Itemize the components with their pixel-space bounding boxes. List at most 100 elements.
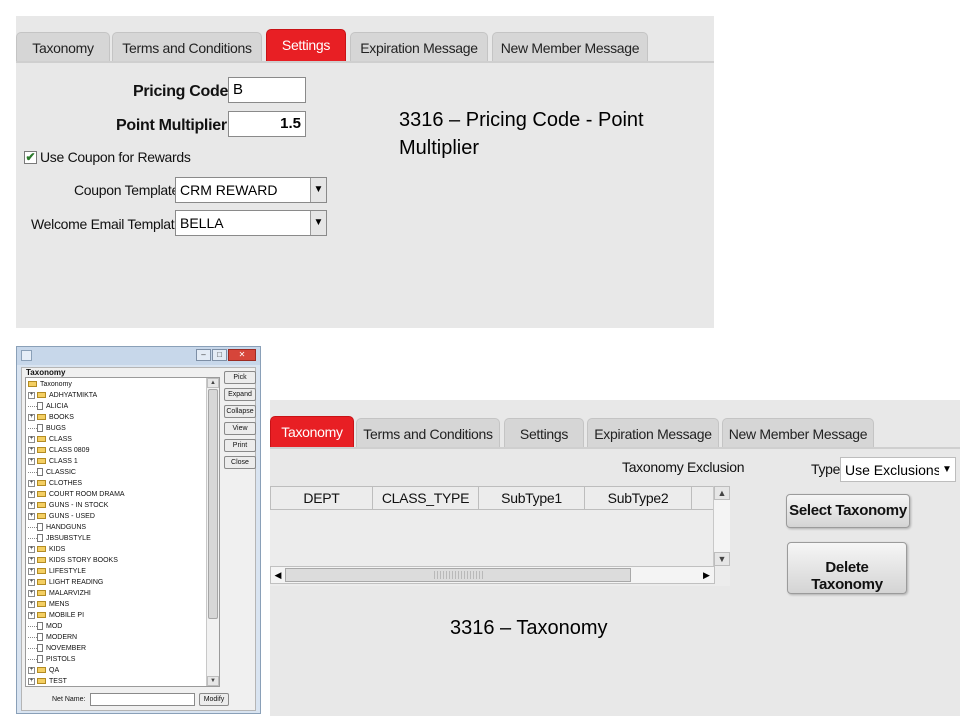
tree-scrollbar[interactable]: ▲ ▼ (206, 378, 219, 686)
expand-toggle-icon[interactable]: + (28, 479, 35, 487)
coupon-template-select[interactable]: CRM REWARD ▼ (175, 177, 327, 203)
tree-item[interactable]: + ADHYATMIKTA (28, 390, 97, 401)
column-header-subtype2[interactable]: SubType2 (584, 486, 692, 510)
tree-item[interactable]: + GUNS - IN STOCK (28, 500, 108, 511)
tree-item[interactable]: NOVEMBER (28, 643, 86, 654)
expand-toggle-icon[interactable]: + (28, 556, 35, 564)
tree-item[interactable]: + LIFESTYLE (28, 566, 86, 577)
tree-item[interactable]: + QA (28, 665, 59, 676)
scroll-up-icon[interactable]: ▲ (207, 378, 219, 388)
tree-item[interactable]: + BOOKS (28, 412, 74, 423)
delete-taxonomy-button[interactable]: Delete Taxonomy (787, 542, 907, 594)
expand-toggle-icon[interactable]: + (28, 490, 35, 498)
chevron-down-icon[interactable]: ▼ (310, 211, 326, 235)
welcome-email-template-select[interactable]: BELLA ▼ (175, 210, 327, 236)
minimize-icon[interactable]: – (196, 349, 211, 361)
scroll-down-icon[interactable]: ▼ (714, 552, 730, 566)
tree-item-label: PISTOLS (46, 656, 76, 663)
expand-toggle-icon[interactable]: + (28, 457, 35, 465)
tree-item[interactable]: HANDGUNS (28, 522, 86, 533)
tab-terms-and-conditions[interactable]: Terms and Conditions (112, 32, 262, 62)
scroll-down-icon[interactable]: ▼ (207, 676, 219, 686)
tree-item[interactable]: MODERN (28, 632, 77, 643)
folder-icon (37, 667, 46, 674)
tree-item[interactable]: + KIDS (28, 544, 65, 555)
close-icon[interactable]: ✕ (228, 349, 256, 361)
expand-toggle-icon[interactable]: + (28, 545, 35, 553)
tree-item[interactable]: MOD (28, 621, 62, 632)
column-header-subtype1[interactable]: SubType1 (478, 486, 585, 510)
tree-item[interactable]: + KIDS STORY BOOKS (28, 555, 118, 566)
folder-icon (37, 579, 46, 586)
column-header-class-type[interactable]: CLASS_TYPE (372, 486, 479, 510)
taxonomy-exclusion-label: Taxonomy Exclusion (622, 459, 745, 475)
tab-taxonomy[interactable]: Taxonomy (270, 416, 354, 447)
expand-toggle-icon[interactable]: + (28, 666, 35, 674)
grid-vertical-scrollbar[interactable]: ▲ ▼ (713, 486, 730, 566)
tree-item[interactable]: BUGS (28, 423, 66, 434)
expand-toggle-icon[interactable]: + (28, 501, 35, 509)
scroll-up-icon[interactable]: ▲ (714, 486, 730, 500)
expand-toggle-icon[interactable]: + (28, 512, 35, 520)
expand-toggle-icon[interactable]: + (28, 578, 35, 586)
point-multiplier-field[interactable]: 1.5 (228, 111, 306, 137)
modify-button[interactable]: Modify (199, 693, 229, 706)
expand-toggle-icon[interactable]: + (28, 446, 35, 454)
column-header-dept[interactable]: DEPT (270, 486, 373, 510)
tab-taxonomy[interactable]: Taxonomy (16, 32, 110, 62)
select-taxonomy-button[interactable]: Select Taxonomy (786, 494, 910, 528)
tree-root-label: Taxonomy (40, 381, 72, 388)
tree-item[interactable]: CLASSIC (28, 467, 76, 478)
expand-toggle-icon[interactable]: + (28, 611, 35, 619)
tree-item[interactable]: + CLASS 1 (28, 456, 78, 467)
tab-settings[interactable]: Settings (266, 29, 346, 62)
use-coupon-checkbox[interactable]: ✔ (24, 151, 37, 164)
pick-button[interactable]: Pick (224, 371, 256, 384)
tree-item[interactable]: ALICIA (28, 401, 68, 412)
expand-toggle-icon[interactable]: + (28, 600, 35, 608)
tree-item[interactable]: + CLOTHES (28, 478, 82, 489)
tree-item[interactable]: + LIGHT READING (28, 577, 103, 588)
tree-item[interactable]: + MENS (28, 599, 69, 610)
tree-item[interactable]: + COURT ROOM DRAMA (28, 489, 125, 500)
expand-toggle-icon[interactable]: + (28, 413, 35, 421)
tree-item[interactable]: + CLASS (28, 434, 72, 445)
tab-settings[interactable]: Settings (504, 418, 584, 447)
expand-toggle-icon[interactable]: + (28, 589, 35, 597)
tree-item[interactable]: + MALARVIZHI (28, 588, 91, 599)
scroll-right-icon[interactable]: ▶ (699, 567, 714, 583)
tab-expiration-message[interactable]: Expiration Message (350, 32, 488, 62)
tree-item[interactable]: + GUNS - USED (28, 511, 95, 522)
tree-item-label: KIDS (49, 546, 66, 553)
horizontal-scroll-thumb[interactable] (285, 568, 631, 582)
scroll-thumb[interactable] (208, 389, 218, 619)
tab-new-member-message[interactable]: New Member Message (492, 32, 648, 62)
tab-terms-and-conditions[interactable]: Terms and Conditions (356, 418, 500, 447)
close-button[interactable]: Close (224, 456, 256, 469)
expand-toggle-icon[interactable]: + (28, 677, 35, 685)
tab-expiration-message[interactable]: Expiration Message (587, 418, 719, 447)
expand-toggle-icon[interactable]: + (28, 435, 35, 443)
chevron-down-icon[interactable]: ▼ (310, 178, 326, 202)
pricing-code-field[interactable]: B (228, 77, 306, 103)
expand-toggle-icon[interactable]: + (28, 391, 35, 399)
chevron-down-icon[interactable]: ▼ (939, 458, 955, 481)
expand-toggle-icon[interactable]: + (28, 567, 35, 575)
view-button[interactable]: View (224, 422, 256, 435)
expand-button[interactable]: Expand (224, 388, 256, 401)
collapse-button[interactable]: Collapse (224, 405, 256, 418)
tree-item[interactable]: + CLASS 0809 (28, 445, 89, 456)
tab-new-member-message[interactable]: New Member Message (722, 418, 874, 447)
print-button[interactable]: Print (224, 439, 256, 452)
tree-list[interactable]: Taxonomy + ADHYATMIKTA ALICIA + BOOKS BUGS + CL… (25, 377, 220, 687)
tree-item[interactable]: PISTOLS (28, 654, 75, 665)
tree-item[interactable]: + MOBILE PI (28, 610, 84, 621)
tree-item[interactable]: JBSUBSTYLE (28, 533, 91, 544)
maximize-icon[interactable]: □ (212, 349, 227, 361)
scroll-left-icon[interactable]: ◀ (271, 567, 285, 583)
grid-horizontal-scrollbar[interactable]: ◀ ▶ (270, 566, 715, 584)
tree-item[interactable]: + TEST (28, 676, 67, 686)
type-select[interactable]: Use Exclusions ▼ (840, 457, 956, 482)
net-name-input[interactable] (90, 693, 195, 706)
tree-root[interactable]: Taxonomy (28, 379, 72, 390)
